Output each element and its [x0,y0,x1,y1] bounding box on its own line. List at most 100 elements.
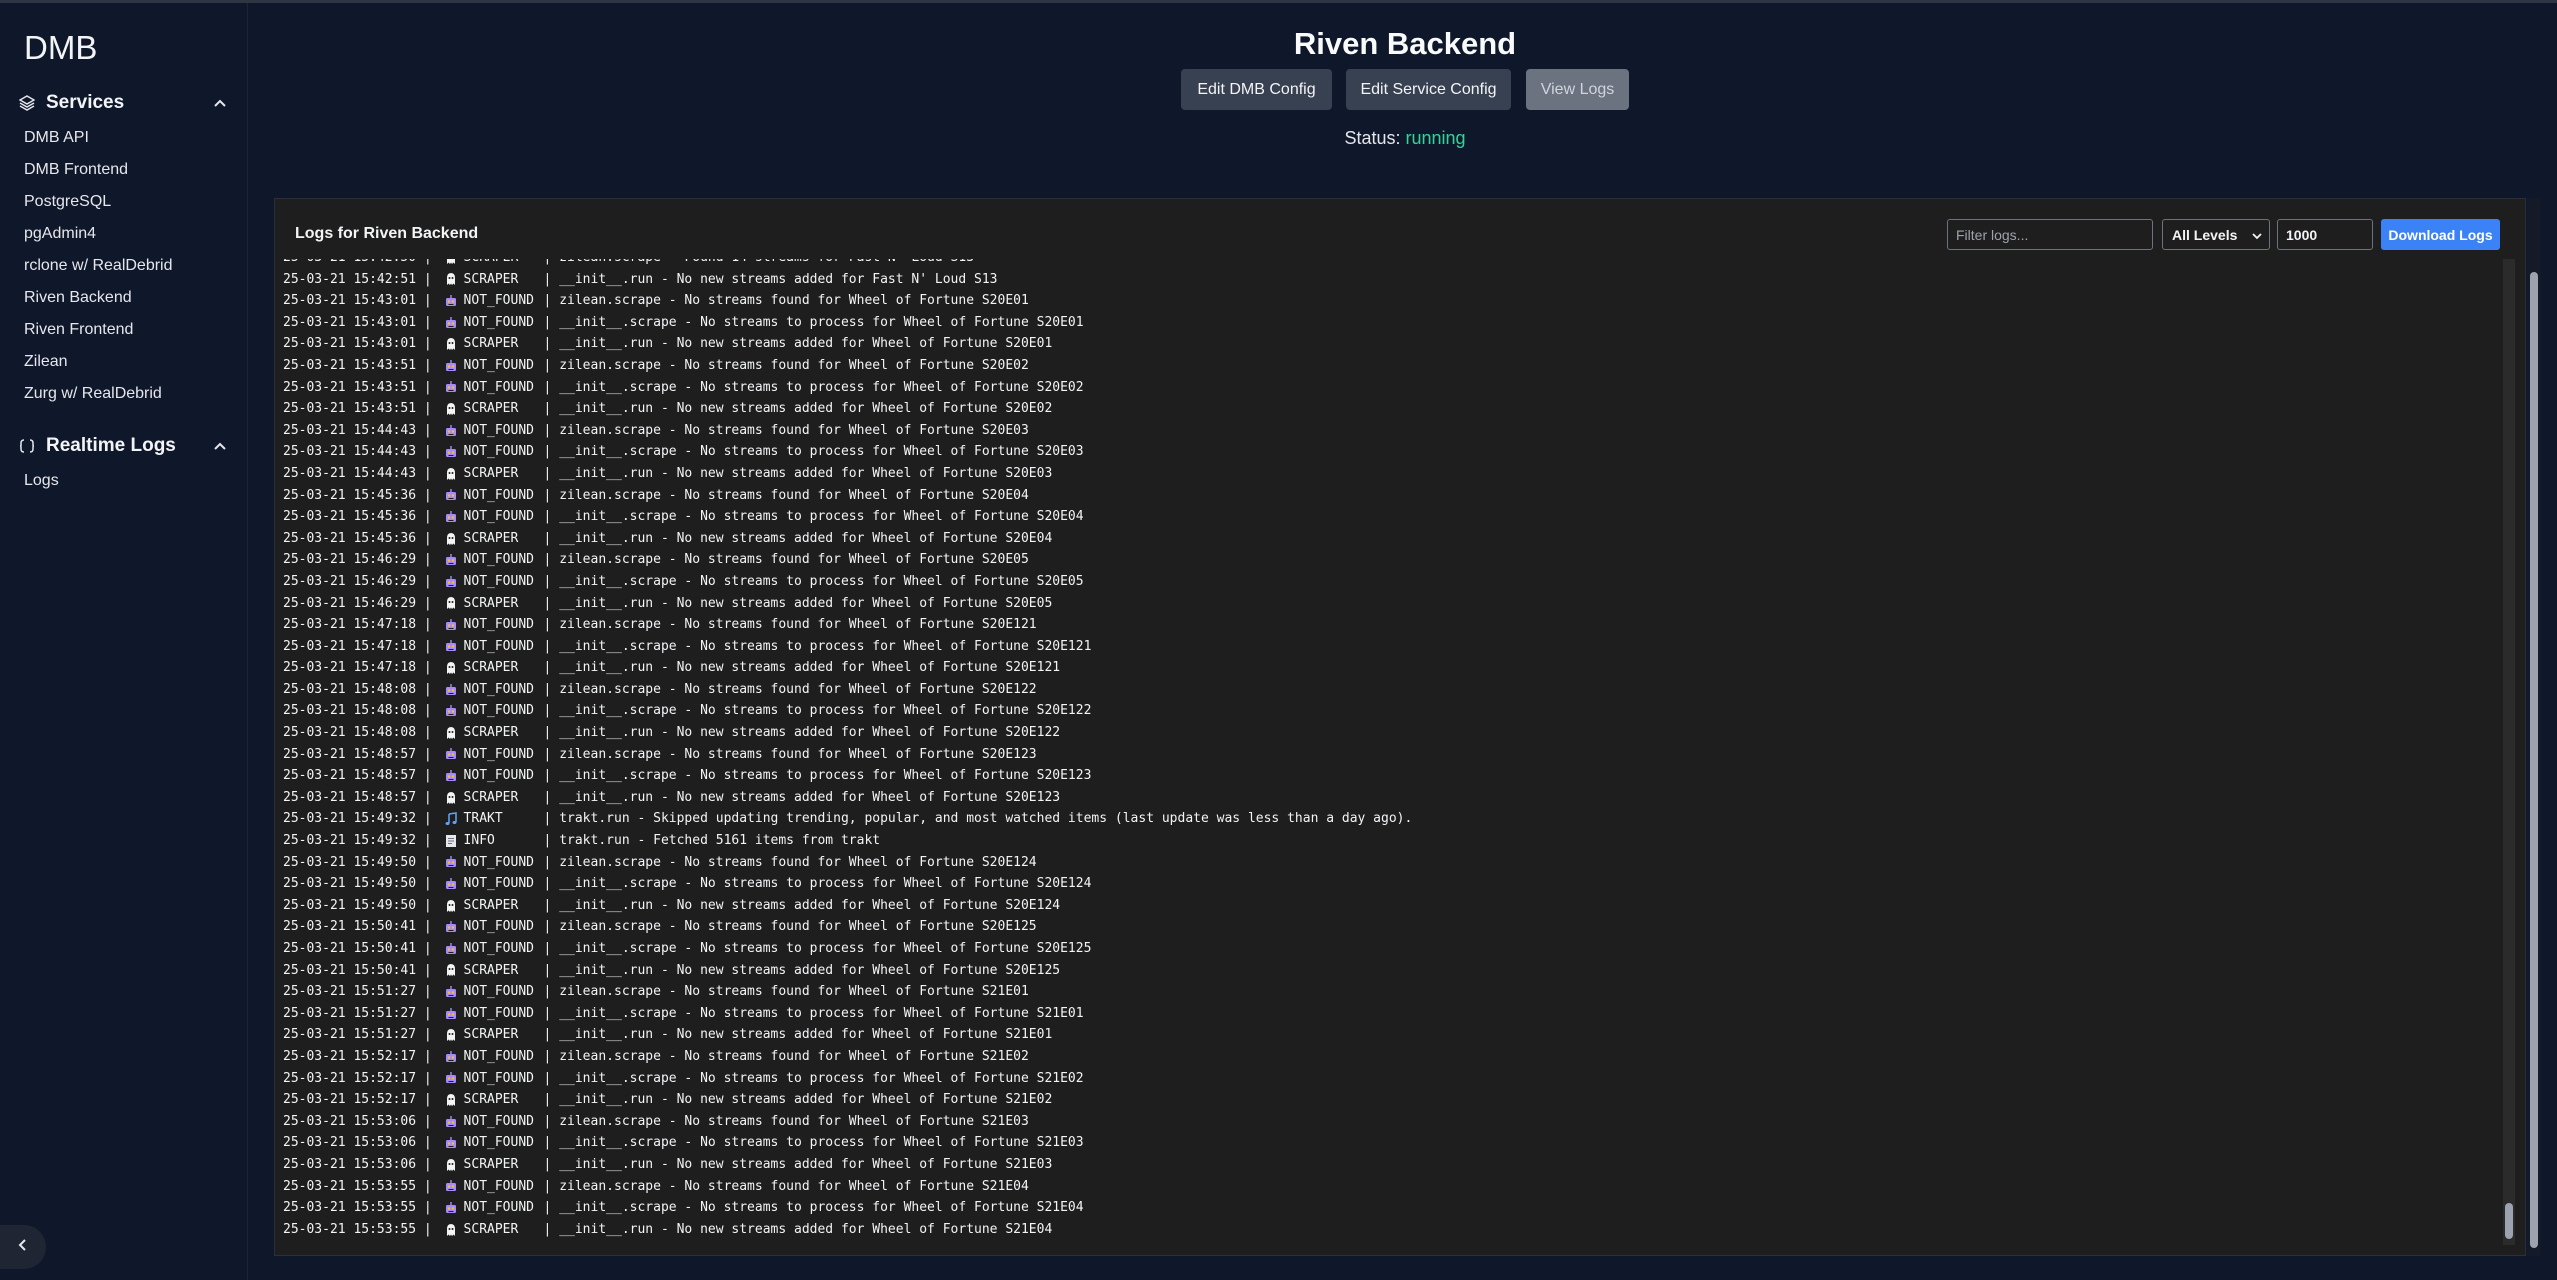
log-message: __init__.run - No new streams added for … [559,1092,1053,1108]
log-line: 25-03-21 15:53:55 | NOT_FOUND | zilean.sc… [283,1176,2499,1198]
log-timestamp: 25-03-21 15:52:17 [283,1048,417,1064]
filter-logs-input[interactable] [1947,219,2153,250]
log-level: NOT_FOUND [463,1200,534,1216]
log-message: zilean.scrape - No streams found for Whe… [559,422,1029,438]
log-line: 25-03-21 15:52:17 | NOT_FOUND | zilean.sc… [283,1046,2499,1068]
robot-icon [444,553,458,567]
log-timestamp: 25-03-21 15:46:29 [283,595,417,611]
ghost-icon [444,259,458,265]
sidebar-item-zilean[interactable]: Zilean [24,346,173,378]
brand-logo[interactable]: DMB [24,29,97,67]
log-timestamp: 25-03-21 15:53:55 [283,1200,417,1216]
log-message: __init__.run - No new streams added for … [559,1156,1053,1172]
log-timestamp: 25-03-21 15:43:51 [283,357,417,373]
log-line: 25-03-21 15:51:27 | NOT_FOUND | __init__.… [283,1003,2499,1025]
log-level: SCRAPER [463,962,519,978]
log-line: 25-03-21 15:43:51 | SCRAPER | __init__.ru… [283,398,2499,420]
chevron-up-icon[interactable] [210,436,230,456]
sidebar-item-dmb-api[interactable]: DMB API [24,122,173,154]
log-line: 25-03-21 15:49:50 | NOT_FOUND | __init__.… [283,873,2499,895]
log-message: __init__.scrape - No streams to process … [559,1200,1084,1216]
log-level: NOT_FOUND [463,487,534,503]
log-scrollbar-thumb[interactable] [2505,1203,2513,1239]
sidebar-item-riven-frontend[interactable]: Riven Frontend [24,314,173,346]
robot-icon [444,316,458,330]
log-level: INFO [463,833,495,849]
robot-icon [444,1115,458,1129]
log-message: __init__.run - No new streams added for … [559,271,998,287]
log-timestamp: 25-03-21 15:53:06 [283,1135,417,1151]
edit-service-config-button[interactable]: Edit Service Config [1346,69,1511,110]
sidebar-item-pgadmin4[interactable]: pgAdmin4 [24,218,173,250]
sidebar-item-riven-backend[interactable]: Riven Backend [24,282,173,314]
realtime-logs-section-header[interactable]: Realtime Logs [18,432,230,460]
sidebar-item-rclone[interactable]: rclone w/ RealDebrid [24,250,173,282]
log-message: trakt.run - Fetched 5161 items from trak… [559,833,881,849]
log-line: 25-03-21 15:49:50 | NOT_FOUND | zilean.sc… [283,852,2499,874]
log-level-select[interactable]: All Levels [2162,219,2270,250]
robot-icon [444,920,458,934]
robot-icon [444,1007,458,1021]
realtime-logs-list: Logs [24,465,59,497]
sidebar-item-dmb-frontend[interactable]: DMB Frontend [24,154,173,186]
logs-panel-title: Logs for Riven Backend [295,225,479,242]
page-scrollbar-thumb[interactable] [2530,272,2538,1248]
log-scrollbar[interactable] [2503,259,2515,1245]
log-timestamp: 25-03-21 15:52:17 [283,1070,417,1086]
log-level: NOT_FOUND [463,552,534,568]
page-scrollbar[interactable] [2527,198,2541,1256]
log-level: SCRAPER [463,789,519,805]
log-message: zilean.scrape - No streams found for Whe… [559,984,1029,1000]
sidebar-item-zurg[interactable]: Zurg w/ RealDebrid [24,378,173,410]
log-line: 25-03-21 15:42:51 | SCRAPER | __init__.ru… [283,269,2499,291]
robot-icon [444,380,458,394]
realtime-logs-section-label: Realtime Logs [46,435,176,456]
services-section-label: Services [46,92,125,113]
log-level: NOT_FOUND [463,746,534,762]
log-timestamp: 25-03-21 15:46:29 [283,573,417,589]
robot-icon [444,1201,458,1215]
log-level: SCRAPER [463,530,519,546]
services-list: DMB API DMB Frontend PostgreSQL pgAdmin4… [24,122,173,410]
log-message: zilean.scrape - No streams found for Whe… [559,1113,1029,1129]
ghost-icon [444,272,458,286]
sidebar-item-logs[interactable]: Logs [24,465,59,497]
view-logs-button[interactable]: View Logs [1526,69,1629,110]
log-line: 25-03-21 15:47:18 | SCRAPER | __init__.ru… [283,657,2499,679]
robot-icon [444,985,458,999]
robot-icon [444,769,458,783]
log-level: NOT_FOUND [463,941,534,956]
log-level: SCRAPER [463,1027,519,1043]
logs-panel: Logs for Riven Backend All Levels Downlo… [274,198,2526,1256]
download-logs-button[interactable]: Download Logs [2381,219,2500,250]
chevron-up-icon[interactable] [210,93,230,113]
log-timestamp: 25-03-21 15:53:55 [283,1178,417,1194]
log-line: 25-03-21 15:46:29 | NOT_FOUND | __init__.… [283,571,2499,593]
log-message: zilean.scrape - No streams found for Whe… [559,1048,1029,1064]
log-line: 25-03-21 15:53:06 | SCRAPER | __init__.ru… [283,1154,2499,1176]
log-level: SCRAPER [463,660,519,676]
log-level: NOT_FOUND [463,703,534,719]
sidebar-collapse-button[interactable] [0,1225,46,1269]
robot-icon [444,575,458,589]
log-message: trakt.run - Skipped updating trending, p… [559,811,1413,827]
log-output[interactable]: 25-03-21 15:42:50 | SCRAPER| zilean.scra… [283,259,2499,1251]
sidebar-item-postgresql[interactable]: PostgreSQL [24,186,173,218]
services-section-header[interactable]: Services [18,89,230,117]
log-timestamp: 25-03-21 15:48:08 [283,703,417,719]
log-timestamp: 25-03-21 15:53:06 [283,1113,417,1129]
log-line: 25-03-21 15:43:51 | NOT_FOUND | __init__.… [283,377,2499,399]
log-timestamp: 25-03-21 15:53:55 [283,1221,417,1237]
robot-icon [444,942,458,956]
log-level: NOT_FOUND [463,444,534,460]
log-level-selected: All Levels [2172,226,2238,243]
log-level: TRAKT [463,811,503,827]
log-level: SCRAPER [463,271,519,287]
robot-icon [444,294,458,308]
ghost-icon [444,1158,458,1172]
edit-dmb-config-button[interactable]: Edit DMB Config [1181,69,1332,110]
robot-icon [444,747,458,761]
robot-icon [444,488,458,502]
log-line-count-input[interactable] [2277,219,2373,250]
robot-icon [444,877,458,891]
